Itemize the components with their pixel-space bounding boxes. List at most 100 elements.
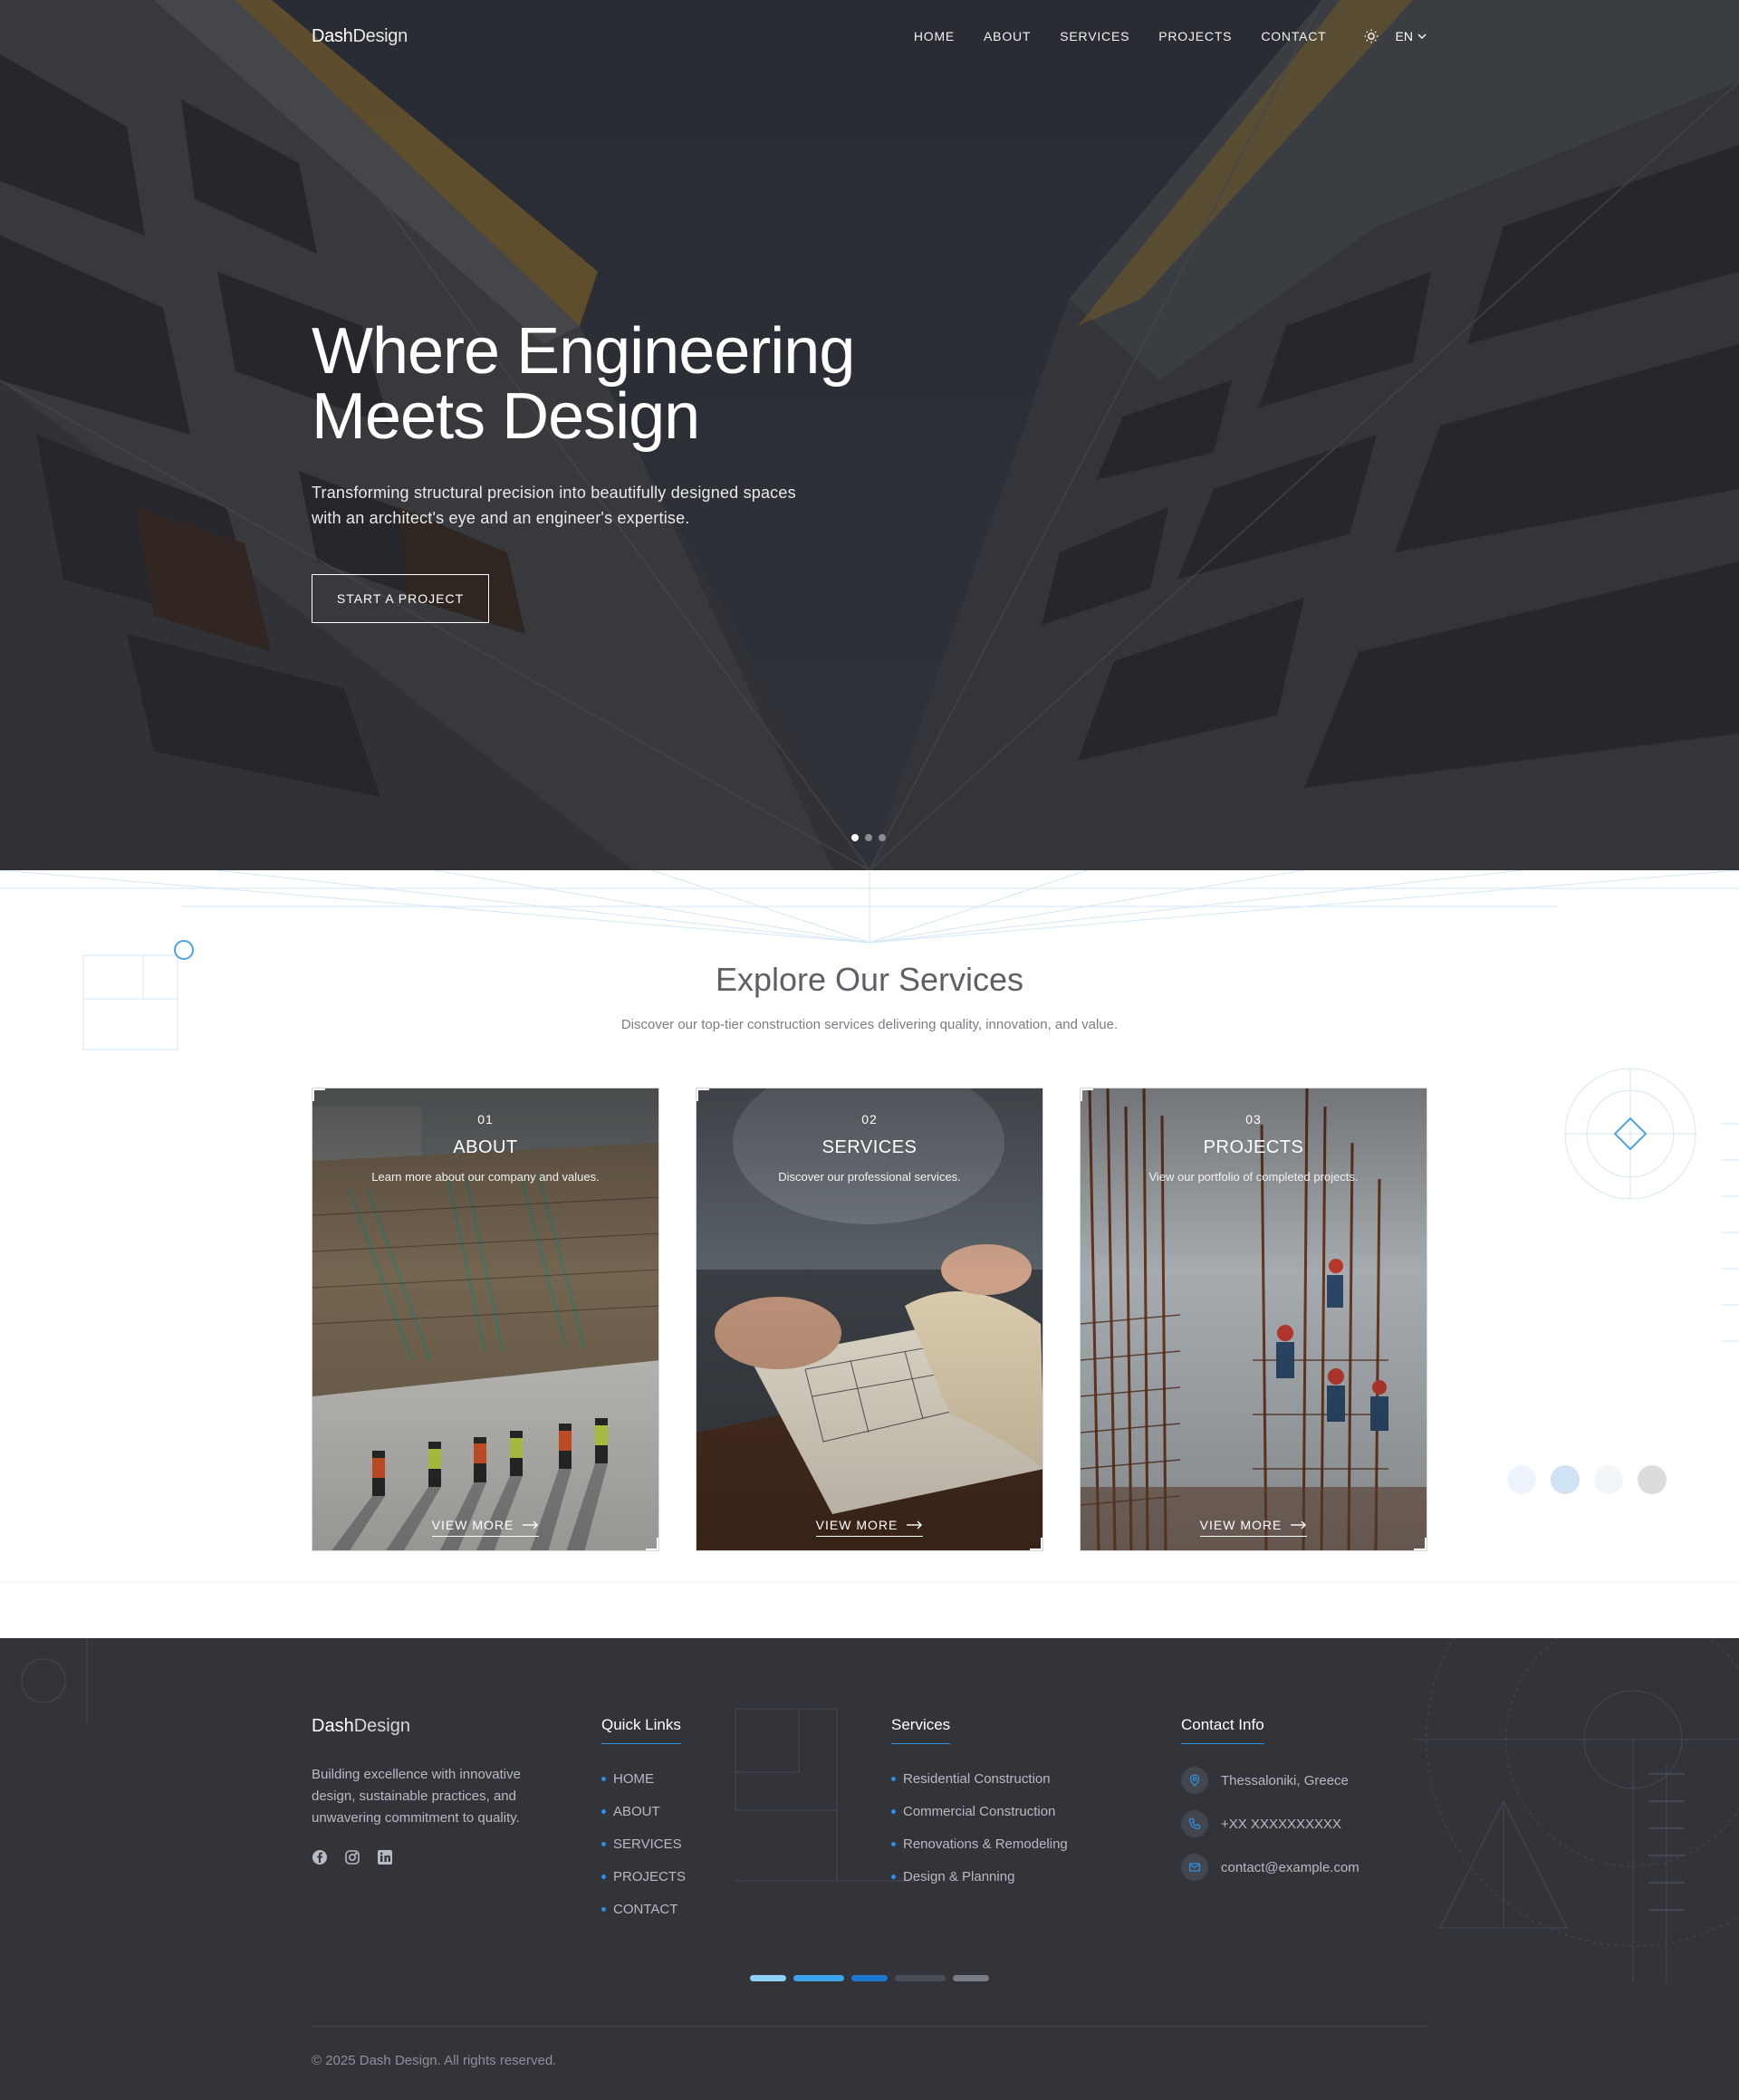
social-links [312, 1849, 556, 1865]
footer-link-about[interactable]: ABOUT [601, 1800, 686, 1822]
view-more-button-services[interactable]: VIEW MORE [815, 1518, 924, 1537]
bullet [891, 1776, 896, 1781]
hero-subtitle: Transforming structural precision into b… [312, 480, 873, 531]
contact-location-text: Thessaloniki, Greece [1221, 1772, 1349, 1788]
bullet [601, 1841, 606, 1846]
service-card-projects[interactable]: 03 PROJECTS View our portfolio of comple… [1080, 1088, 1427, 1551]
view-more-label: VIEW MORE [815, 1518, 898, 1532]
footer-service-label: Design & Planning [903, 1868, 1015, 1884]
footer-service-commercial[interactable]: Commercial Construction [891, 1800, 1068, 1822]
footer-logo-bold: Dash [312, 1716, 354, 1736]
nav-link-home[interactable]: HOME [914, 29, 955, 43]
logo-bold: Dash [312, 25, 353, 46]
nav-link-projects[interactable]: PROJECTS [1158, 29, 1232, 43]
facebook-icon[interactable] [312, 1849, 328, 1865]
footer-link-label: PROJECTS [613, 1868, 687, 1884]
start-project-button[interactable]: START A PROJECT [312, 574, 489, 623]
map-pin-icon [1181, 1767, 1208, 1794]
service-card-services[interactable]: 02 SERVICES Discover our professional se… [696, 1088, 1043, 1551]
linkedin-icon[interactable] [377, 1849, 393, 1865]
card-corner [1414, 1538, 1427, 1550]
slider-dot-1[interactable] [851, 834, 859, 841]
footer-service-residential[interactable]: Residential Construction [891, 1768, 1068, 1789]
card-corner [1081, 1088, 1093, 1101]
progress-segment [895, 1975, 946, 1981]
hero-subtitle-line-1: Transforming structural precision into b… [312, 484, 796, 502]
decor-dot [1638, 1465, 1667, 1494]
nav-link-about[interactable]: ABOUT [984, 29, 1031, 43]
footer-link-label: HOME [613, 1770, 654, 1787]
quick-links-heading: Quick Links [601, 1716, 681, 1744]
footer-link-label: CONTACT [613, 1901, 678, 1917]
sun-icon[interactable] [1363, 28, 1379, 44]
service-card-about[interactable]: 01 ABOUT Learn more about our company an… [312, 1088, 659, 1551]
card-number: 01 [477, 1112, 494, 1127]
slider-dot-3[interactable] [879, 834, 886, 841]
contact-email-text: contact@example.com [1221, 1859, 1359, 1875]
copyright-text: © 2025 Dash Design. All rights reserved. [312, 2053, 557, 2068]
contact-location: Thessaloniki, Greece [1181, 1766, 1359, 1795]
site-logo[interactable]: DashDesign [312, 26, 408, 47]
bullet [601, 1874, 606, 1879]
services-title: Explore Our Services [715, 961, 1024, 998]
bullet [601, 1776, 606, 1781]
progress-segment [953, 1975, 989, 1981]
footer-service-renovations[interactable]: Renovations & Remodeling [891, 1833, 1068, 1855]
footer-divider [312, 2026, 1427, 2027]
footer-service-label: Commercial Construction [903, 1803, 1056, 1819]
slider-dot-2[interactable] [865, 834, 872, 841]
language-selector[interactable]: EN [1396, 29, 1427, 43]
card-description: Discover our professional services. [778, 1170, 961, 1184]
contact-heading: Contact Info [1181, 1716, 1264, 1744]
view-more-label: VIEW MORE [431, 1518, 514, 1532]
footer-link-services[interactable]: SERVICES [601, 1833, 686, 1855]
language-label: EN [1395, 29, 1413, 43]
footer-link-label: ABOUT [613, 1803, 660, 1819]
footer-services-column: Services Residential Construction Commer… [891, 1716, 1068, 1898]
services-heading: Services [891, 1716, 951, 1744]
bullet [891, 1874, 896, 1879]
card-number: 03 [1245, 1112, 1262, 1127]
contact-phone-text: +XX XXXXXXXXXX [1221, 1816, 1341, 1832]
bullet [891, 1841, 896, 1846]
nav-link-services[interactable]: SERVICES [1060, 29, 1129, 43]
view-more-label: VIEW MORE [1199, 1518, 1283, 1532]
footer-contact-column: Contact Info Thessaloniki, Greece +XX XX… [1181, 1716, 1359, 1896]
footer-service-design[interactable]: Design & Planning [891, 1865, 1068, 1887]
footer-logo[interactable]: DashDesign [312, 1716, 556, 1737]
footer-service-label: Residential Construction [903, 1770, 1051, 1787]
bullet [601, 1906, 606, 1912]
hero-subtitle-line-2: with an architect's eye and an engineer'… [312, 509, 690, 527]
site-footer: DashDesign Building excellence with inno… [0, 1638, 1739, 2100]
footer-progress-bars [750, 1975, 989, 1981]
footer-link-contact[interactable]: CONTACT [601, 1898, 686, 1920]
services-section: Explore Our Services Discover our top-ti… [0, 870, 1739, 1638]
arrow-right-icon [1291, 1520, 1307, 1529]
hero-slider-dots [851, 834, 886, 841]
instagram-icon[interactable] [344, 1849, 360, 1865]
nav-link-contact[interactable]: CONTACT [1261, 29, 1326, 43]
progress-segment [851, 1975, 888, 1981]
card-corner [1030, 1538, 1042, 1550]
footer-link-label: SERVICES [613, 1836, 682, 1852]
view-more-button-projects[interactable]: VIEW MORE [1199, 1518, 1308, 1537]
hero-section: DashDesign HOME ABOUT SERVICES PROJECTS … [0, 0, 1739, 870]
chevron-down-icon [1417, 34, 1427, 39]
hero-title: Where Engineering Meets Design [312, 319, 946, 449]
card-corner [646, 1538, 658, 1550]
footer-service-label: Renovations & Remodeling [903, 1836, 1068, 1852]
footer-blueprint-decoration [21, 1638, 1739, 1982]
contact-email[interactable]: contact@example.com [1181, 1853, 1359, 1882]
card-description: View our portfolio of completed projects… [1148, 1170, 1359, 1184]
decor-dot [1507, 1465, 1536, 1494]
view-more-button-about[interactable]: VIEW MORE [431, 1518, 540, 1537]
contact-phone[interactable]: +XX XXXXXXXXXX [1181, 1809, 1359, 1838]
footer-link-projects[interactable]: PROJECTS [601, 1865, 686, 1887]
card-title: SERVICES [821, 1137, 918, 1157]
decor-dot [1594, 1465, 1623, 1494]
card-title: PROJECTS [1203, 1137, 1304, 1157]
arrow-right-icon [523, 1520, 539, 1529]
card-corner [697, 1088, 709, 1101]
top-navigation: DashDesign HOME ABOUT SERVICES PROJECTS … [312, 24, 1427, 49]
footer-link-home[interactable]: HOME [601, 1768, 686, 1789]
